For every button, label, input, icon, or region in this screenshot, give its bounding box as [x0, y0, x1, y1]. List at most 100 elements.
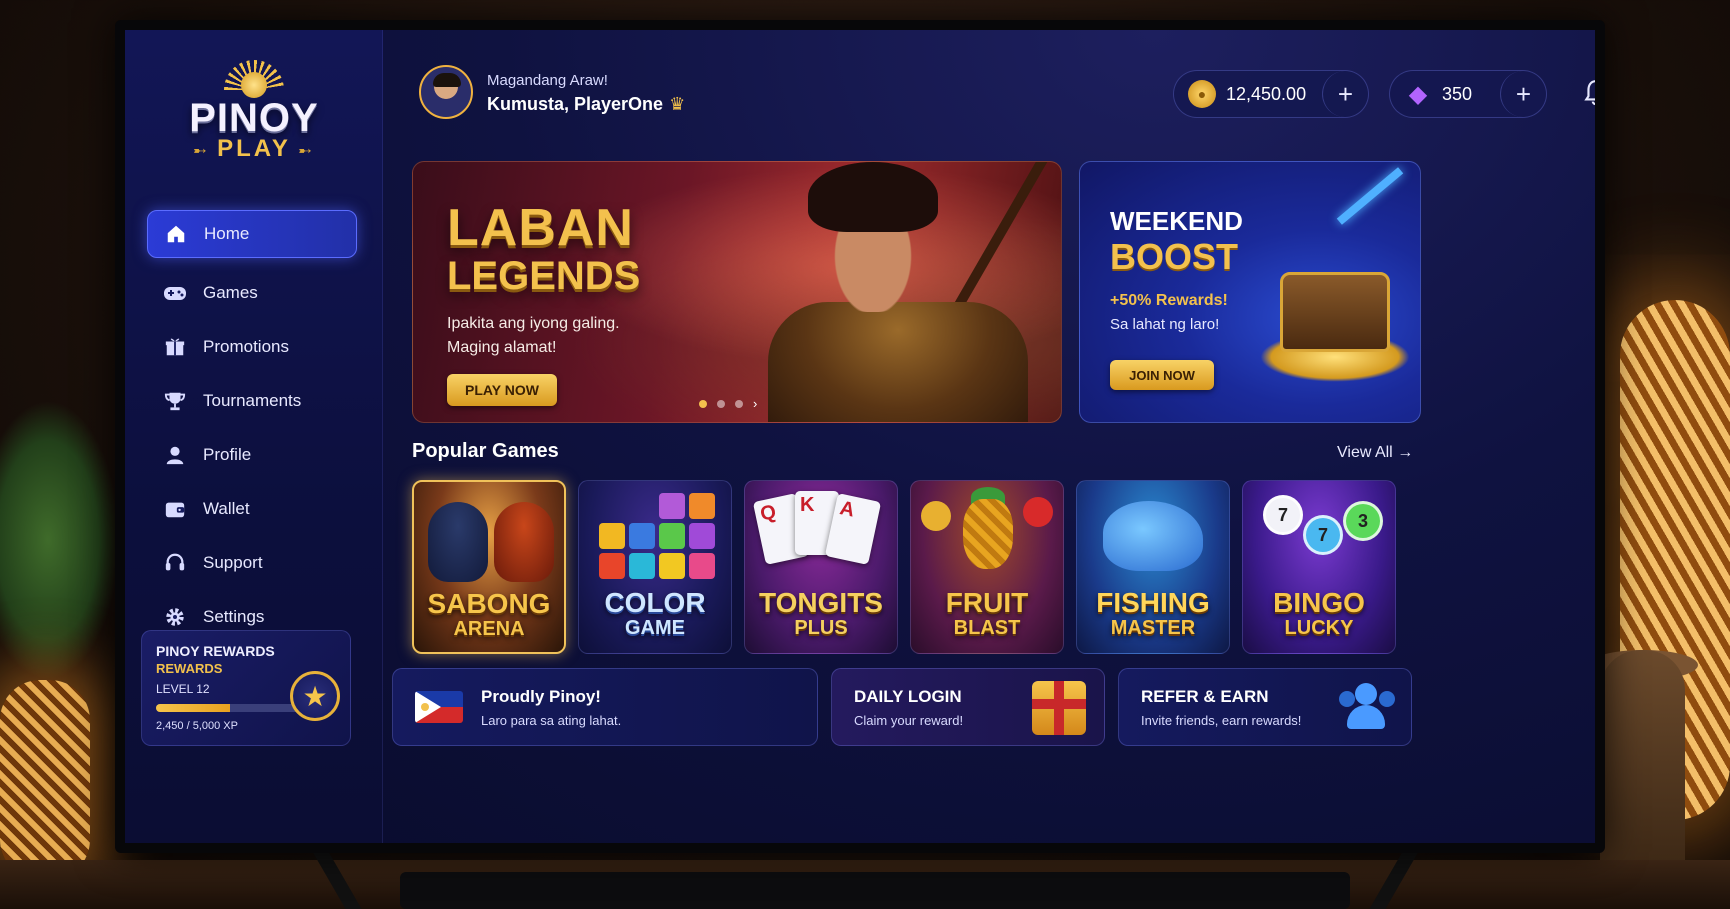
popular-games-title: Popular Games [412, 440, 559, 462]
trophy-icon [163, 389, 187, 413]
gem-icon: ◆ [1408, 80, 1428, 108]
game-card-bingo-lucky[interactable]: 7 7 3 BINGO LUCKY [1242, 480, 1396, 654]
game-title: FRUIT [945, 587, 1029, 618]
home-icon [164, 222, 188, 246]
daily-login-card[interactable]: DAILY LOGIN Claim your reward! [831, 668, 1105, 746]
sidebar-item-promotions[interactable]: Promotions [147, 322, 357, 372]
sidebar-item-support[interactable]: Support [147, 538, 357, 588]
sidebar-item-home[interactable]: Home [147, 210, 357, 258]
sidebar-item-tournaments[interactable]: Tournaments [147, 376, 357, 426]
coin-balance: ● 12,450.00 + [1173, 70, 1369, 118]
rooster-art [428, 502, 488, 582]
hero-banner[interactable]: LABAN LEGENDS Ipakita ang iyong galing. … [412, 161, 1062, 423]
decor-plant [0, 400, 120, 680]
game-card-fruit-blast[interactable]: FRUIT BLAST [910, 480, 1064, 654]
rewards-card[interactable]: PINOY REWARDS REWARDS LEVEL 12 2,450 / 5… [141, 630, 351, 746]
crown-icon: ♛ [669, 94, 686, 114]
hero-warrior-hair-art [808, 162, 938, 232]
add-coins-button[interactable]: + [1322, 71, 1368, 117]
game-card-sabong-arena[interactable]: SABONG ARENA [412, 480, 566, 654]
avatar[interactable] [419, 65, 473, 119]
sidebar-nav: Home Games Promotions Tournaments Profil… [147, 210, 357, 646]
gem-balance: ◆ 350 + [1389, 70, 1547, 118]
chevron-right-icon[interactable]: › [753, 396, 757, 411]
app-screen: PINOY ➸ PLAY ➸ Home Games Promotions Tou… [125, 30, 1595, 843]
boost-title-line2: BOOST [1110, 236, 1239, 277]
sidebar-item-label: Support [203, 553, 263, 572]
rewards-title: PINOY REWARDS [156, 643, 275, 659]
bingo-ball-icon: 7 [1263, 495, 1303, 535]
hero-title-line1: LABAN [447, 199, 634, 257]
sun-icon [219, 60, 289, 98]
sidebar-item-label: Settings [203, 607, 265, 626]
hero-title-line2: LEGENDS [447, 254, 641, 298]
coin-icon: ● [1188, 80, 1216, 108]
refer-title: REFER & EARN [1141, 687, 1269, 706]
play-now-button[interactable]: PLAY NOW [447, 374, 557, 406]
rewards-progress-bar [156, 704, 306, 712]
join-now-button[interactable]: JOIN NOW [1110, 360, 1214, 390]
sidebar-item-label: Tournaments [203, 391, 302, 410]
carousel-dot[interactable] [735, 399, 743, 408]
greeting-text: Magandang Araw! [487, 72, 608, 89]
game-card-color-game[interactable]: COLOR GAME [578, 480, 732, 654]
bingo-ball-icon: 3 [1343, 501, 1383, 541]
sidebar-item-label: Games [203, 283, 258, 302]
carousel-dot[interactable] [699, 399, 707, 408]
game-subtitle: GAME [625, 617, 685, 639]
sidebar-item-label: Wallet [203, 499, 250, 518]
game-title: COLOR [604, 587, 706, 618]
rewards-progress-fill [156, 704, 230, 712]
gamepad-icon [163, 281, 187, 305]
fruit-icon [921, 501, 951, 531]
carousel-dot[interactable] [717, 399, 725, 408]
gift-box-icon [1032, 681, 1086, 735]
proudly-pinoy-card[interactable]: Proudly Pinoy! Laro para sa ating lahat. [392, 668, 818, 746]
view-all-link[interactable]: View All → [1337, 444, 1413, 462]
weekend-boost-banner[interactable]: WEEKEND BOOST +50% Rewards! Sa lahat ng … [1079, 161, 1421, 423]
coin-balance-value: 12,450.00 [1226, 83, 1307, 104]
boost-title-line1: WEEKEND [1110, 206, 1243, 236]
decor-lamp-left [0, 680, 90, 880]
boost-description: Sa lahat ng laro! [1110, 316, 1220, 333]
wallet-icon [163, 497, 187, 521]
game-title: TONGITS [759, 587, 883, 618]
pinoy-card-subtitle: Laro para sa ating lahat. [481, 713, 622, 728]
user-greeting: Kumusta, PlayerOne ♛ [487, 94, 686, 114]
refer-subtitle: Invite friends, earn rewards! [1141, 713, 1302, 728]
game-subtitle: MASTER [1110, 617, 1196, 639]
daily-login-subtitle: Claim your reward! [854, 713, 964, 728]
arrow-up-icon [1336, 167, 1404, 225]
treasure-chest-icon [1280, 272, 1390, 352]
popular-games-row: SABONG ARENA COLOR GAME Q K A TONGITS PL… [412, 480, 1396, 654]
arrow-right-icon: → [1397, 444, 1414, 461]
sidebar-item-wallet[interactable]: Wallet [147, 484, 357, 534]
daily-login-title: DAILY LOGIN [854, 687, 962, 706]
game-card-tongits-plus[interactable]: Q K A TONGITS PLUS [744, 480, 898, 654]
game-title: FISHING [1096, 587, 1210, 618]
top-header: Magandang Araw! Kumusta, PlayerOne ♛ ● 12… [383, 30, 1595, 150]
game-subtitle: BLAST [953, 617, 1021, 639]
headset-icon [163, 551, 187, 575]
friends-group-icon [1339, 683, 1395, 731]
refer-earn-card[interactable]: REFER & EARN Invite friends, earn reward… [1118, 668, 1412, 746]
sidebar-item-games[interactable]: Games [147, 268, 357, 318]
game-title: BINGO [1273, 587, 1365, 618]
app-logo[interactable]: PINOY ➸ PLAY ➸ [143, 60, 365, 163]
gem-balance-value: 350 [1442, 83, 1473, 104]
sidebar-item-label: Profile [203, 445, 252, 464]
boost-highlight: +50% Rewards! [1110, 292, 1228, 309]
game-subtitle: ARENA [453, 618, 525, 640]
rewards-xp: 2,450 / 5,000 XP [156, 720, 238, 732]
game-subtitle: PLUS [794, 617, 848, 639]
tv-frame: PINOY ➸ PLAY ➸ Home Games Promotions Tou… [115, 20, 1605, 853]
bingo-ball-icon: 7 [1303, 515, 1343, 555]
fruit-icon [1023, 497, 1053, 527]
notifications-button[interactable] [1579, 76, 1595, 110]
decor-soundbar [400, 872, 1350, 909]
sidebar-item-profile[interactable]: Profile [147, 430, 357, 480]
philippine-flag-icon [415, 691, 463, 723]
game-card-fishing-master[interactable]: FISHING MASTER [1076, 480, 1230, 654]
add-gems-button[interactable]: + [1500, 71, 1546, 117]
user-icon [163, 443, 187, 467]
